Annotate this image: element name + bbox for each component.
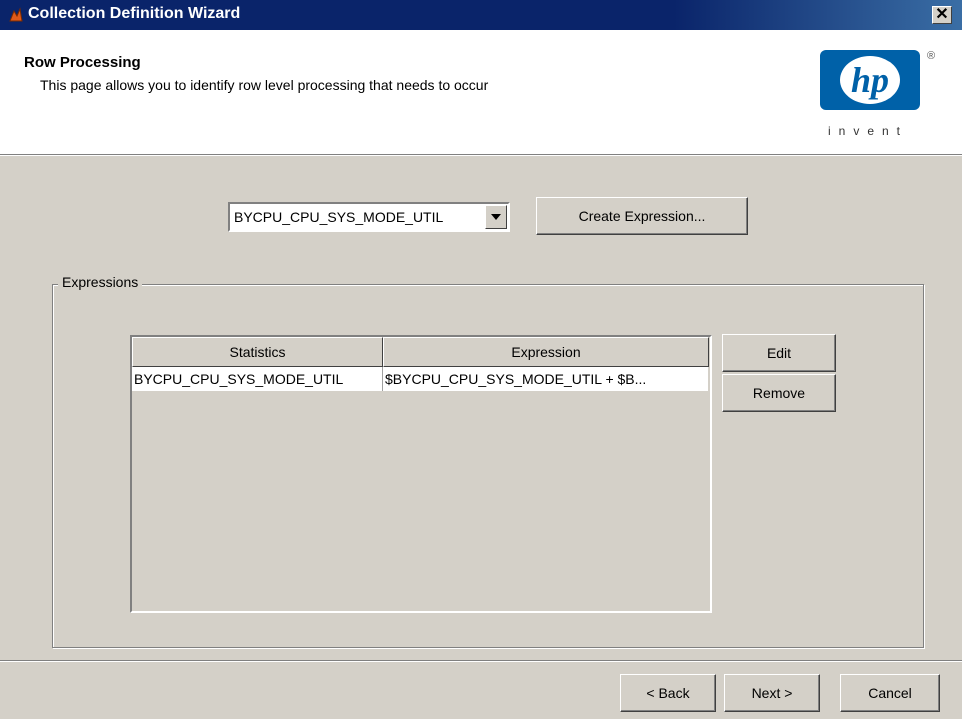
close-icon: ✕ (935, 6, 949, 23)
back-button[interactable]: < Back (620, 674, 716, 712)
logo-tagline: invent (827, 124, 909, 138)
cell-statistic[interactable]: BYCPU_CPU_SYS_MODE_UTIL (132, 367, 382, 391)
edit-button[interactable]: Edit (722, 334, 836, 372)
column-header-statistics[interactable]: Statistics (132, 337, 383, 367)
expressions-group-label: Expressions (58, 274, 143, 290)
wizard-app-icon (9, 7, 23, 22)
expressions-table[interactable]: Statistics Expression BYCPU_CPU_SYS_MODE… (130, 335, 712, 613)
statistic-select-value: BYCPU_CPU_SYS_MODE_UTIL (234, 209, 444, 225)
hp-logo: hp (820, 50, 920, 110)
column-header-expression[interactable]: Expression (383, 337, 709, 367)
statistic-select[interactable]: BYCPU_CPU_SYS_MODE_UTIL (228, 202, 510, 232)
header-divider (0, 155, 962, 156)
hp-logo-mark: hp (851, 60, 889, 100)
registered-mark: ® (927, 50, 936, 62)
close-button[interactable]: ✕ (932, 6, 952, 24)
chevron-down-icon (491, 214, 501, 220)
window-title: Collection Definition Wizard (28, 5, 241, 22)
statistic-select-dropdown-button[interactable] (485, 205, 507, 229)
cell-expression[interactable]: $BYCPU_CPU_SYS_MODE_UTIL + $B... (383, 367, 708, 391)
create-expression-button[interactable]: Create Expression... (536, 197, 748, 235)
title-bar: Collection Definition Wizard ✕ (0, 0, 962, 30)
next-button[interactable]: Next > (724, 674, 820, 712)
page-title: Row Processing (24, 54, 141, 71)
cancel-button[interactable]: Cancel (840, 674, 940, 712)
page-subtitle: This page allows you to identify row lev… (40, 77, 489, 93)
remove-button[interactable]: Remove (722, 374, 836, 412)
footer-divider-highlight (0, 661, 962, 662)
